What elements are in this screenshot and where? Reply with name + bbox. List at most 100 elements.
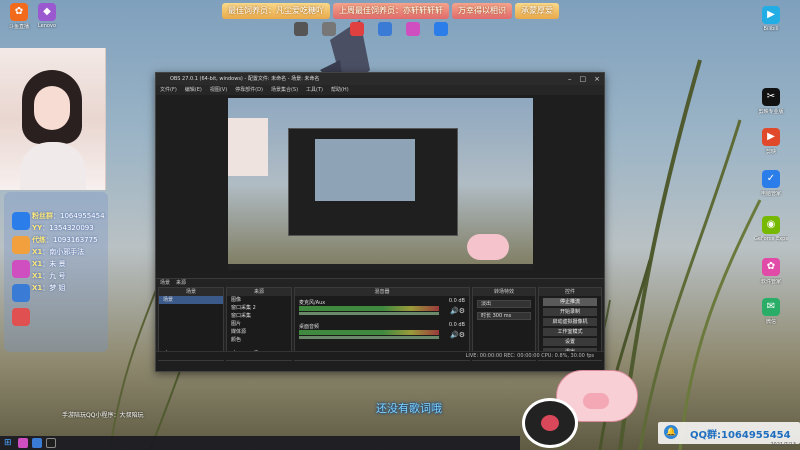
mixer-dock: 混音器 麦克风/Aux 0.0 dB 🔊⚙ 桌面音频 0.0 dB 🔊⚙ (294, 287, 470, 361)
vinyl-record-icon (522, 398, 578, 448)
app-icon (12, 308, 30, 326)
menu-edit[interactable]: 编辑(E) (185, 85, 202, 95)
maximize-button[interactable]: □ (580, 73, 587, 85)
source-item[interactable]: 颜色 (227, 336, 291, 344)
desktop-icon[interactable] (430, 22, 452, 36)
duration-field[interactable]: 时长 300 ms (477, 312, 531, 320)
desktop-icon[interactable] (374, 22, 396, 36)
source-item[interactable]: 图像 (227, 296, 291, 304)
mixer-channel: 麦克风/Aux 0.0 dB 🔊⚙ (299, 298, 465, 320)
banner-segment: 最佳饲养员：凡尘爱吃糖吖 (222, 3, 330, 19)
streamer-webcam (0, 48, 106, 190)
taskbar-app-icon[interactable] (32, 438, 42, 448)
scene-item[interactable]: 场景 (159, 296, 223, 304)
obs-docks: 场景 来源 场景 场景 ＋－∧∨ 来源 图像 窗口采集 2 窗口采集 图片 媒体… (156, 278, 604, 361)
desktop-icon[interactable] (346, 22, 368, 36)
taskbar: ⊞ (0, 436, 520, 450)
sources-dock: 来源 图像 窗口采集 2 窗口采集 图片 媒体源 颜色 ＋－⚙∧∨ (226, 287, 292, 361)
source-item[interactable]: 窗口采集 2 (227, 304, 291, 312)
obs-title-bar[interactable]: OBS 27.0.1 (64-bit, windows) - 配置文件: 未命名… (156, 73, 604, 85)
desktop-icon-software[interactable]: ✿ 软件管家 (754, 258, 788, 285)
app-icon (434, 22, 448, 36)
app-icon (406, 22, 420, 36)
qq-group-text: QQ群:1064955454 (690, 430, 791, 441)
source-item[interactable]: 图片 (227, 320, 291, 328)
desktop-icon-capcut[interactable]: ✂ 剪映专业版 (754, 88, 788, 115)
desktop-icon-security[interactable]: ✓ 电脑管家 (754, 170, 788, 197)
app-icon (294, 22, 308, 36)
minimize-button[interactable]: – (568, 73, 572, 85)
desktop-icon[interactable] (318, 22, 340, 36)
info-line: X1：未 景 (32, 260, 66, 268)
menu-view[interactable]: 视图(V) (210, 85, 227, 95)
banner-segment: 上周最佳饲养员：亦轩轩轩轩 (333, 3, 449, 19)
lyrics-text: 还没有歌词哦 (376, 402, 442, 415)
tab-sources[interactable]: 来源 (176, 279, 186, 287)
start-recording-button[interactable]: 开始录制 (543, 308, 597, 316)
source-item[interactable]: 窗口采集 (227, 312, 291, 320)
controls-dock: 控件 停止推流 开始录制 启动虚拟摄像机 工作室模式 设置 退出 (538, 287, 602, 361)
transition-select[interactable]: 淡出 (477, 300, 531, 308)
menu-scene-collection[interactable]: 场景集合(S) (271, 85, 298, 95)
channel-db: 0.0 dB (448, 322, 465, 328)
menu-help[interactable]: 帮助(H) (331, 85, 349, 95)
app-icon (12, 260, 30, 278)
obs-preview[interactable] (228, 98, 533, 270)
info-line: X1：南小邪手法 (32, 248, 85, 256)
app-icon (12, 284, 30, 302)
security-icon: ✓ (762, 170, 780, 188)
studio-mode-button[interactable]: 工作室模式 (543, 328, 597, 336)
desktop-icon-bilibili[interactable]: ▶ Bilibili (754, 6, 788, 32)
bottom-note: 手游陪玩QQ小程序：大叔陪玩 (62, 412, 144, 419)
desktop-icon-wechat[interactable]: ✉ 微信 (754, 298, 788, 325)
windows-start-icon[interactable]: ⊞ (4, 438, 14, 448)
stop-streaming-button[interactable]: 停止推流 (543, 298, 597, 306)
volume-meter (299, 330, 439, 335)
wechat-icon: ✉ (762, 298, 780, 316)
menu-file[interactable]: 文件(F) (160, 85, 177, 95)
qq-icon (12, 212, 30, 230)
virtual-camera-button[interactable]: 启动虚拟摄像机 (543, 318, 597, 326)
dock-header: 来源 (227, 288, 291, 296)
close-button[interactable]: × (594, 73, 600, 85)
bilibili-icon: ▶ (762, 6, 780, 24)
desktop-icon-nvidia[interactable]: ◉ GeForce Experience (754, 216, 788, 242)
status-bar: LIVE: 00:00:00 REC: 00:00:00 CPU: 0.8%, … (156, 351, 604, 360)
menu-tools[interactable]: 工具(T) (306, 85, 323, 95)
douyu-icon: ✿ (10, 3, 28, 21)
source-item[interactable]: 媒体源 (227, 328, 291, 336)
yy-icon (12, 236, 30, 254)
desktop-icon[interactable] (290, 22, 312, 36)
transitions-dock: 转场特效 淡出 时长 300 ms (472, 287, 536, 361)
info-line: X1：梦 姐 (32, 284, 66, 292)
info-line: X1：九 号 (32, 272, 66, 280)
channel-db: 0.0 dB (448, 298, 465, 304)
taskbar-obs-icon[interactable] (46, 438, 56, 448)
volume-slider[interactable] (299, 312, 439, 315)
obs-window[interactable]: OBS 27.0.1 (64-bit, windows) - 配置文件: 未命名… (155, 72, 605, 372)
bell-icon: 🔔 (664, 425, 678, 439)
settings-button[interactable]: 设置 (543, 338, 597, 346)
desktop-icon-jianying[interactable]: ▶ 剪映 (754, 128, 788, 155)
speaker-icon[interactable]: 🔊⚙ (450, 331, 465, 339)
nvidia-icon: ◉ (762, 216, 780, 234)
speaker-icon[interactable]: 🔊⚙ (450, 307, 465, 315)
lenovo-icon: ◆ (38, 3, 56, 21)
dock-header: 混音器 (295, 288, 469, 296)
app-icon (322, 22, 336, 36)
banner-segment: 万幸得以相识 (452, 3, 512, 19)
desktop-icon-lenovo[interactable]: ◆ Lenovo (30, 3, 64, 29)
dock-header: 转场特效 (473, 288, 535, 296)
desktop-top-icons (290, 22, 452, 36)
tab-scenes[interactable]: 场景 (160, 279, 170, 287)
menu-docks[interactable]: 停靠部件(D) (235, 85, 263, 95)
info-line: 粉丝群：1064955454 (32, 212, 105, 220)
clock-date: 2021/7/13 (770, 442, 796, 448)
jianying-icon: ▶ (762, 128, 780, 146)
volume-slider[interactable] (299, 336, 439, 339)
dock-tabs: 场景 来源 (156, 279, 186, 287)
scenes-dock: 场景 场景 ＋－∧∨ (158, 287, 224, 361)
taskbar-app-icon[interactable] (18, 438, 28, 448)
capcut-icon: ✂ (762, 88, 780, 106)
desktop-icon[interactable] (402, 22, 424, 36)
